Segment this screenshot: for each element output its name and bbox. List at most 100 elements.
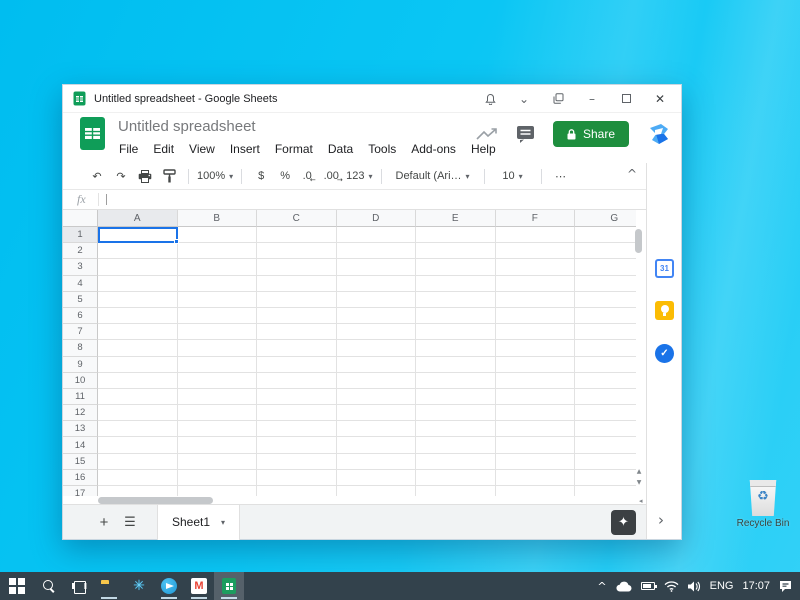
clock[interactable]: 17:07 — [742, 580, 770, 592]
taskbar-search-button[interactable] — [34, 572, 64, 600]
cell-c3[interactable] — [257, 259, 337, 275]
cell-f12[interactable] — [496, 405, 576, 421]
cell-b1[interactable] — [178, 227, 258, 243]
task-view-button[interactable] — [64, 572, 94, 600]
cell-c8[interactable] — [257, 340, 337, 356]
cell-c5[interactable] — [257, 292, 337, 308]
horizontal-scroll-thumb[interactable] — [98, 497, 213, 504]
scroll-up-icon[interactable]: ▲ — [637, 468, 642, 475]
column-header-c[interactable]: C — [257, 210, 337, 227]
cell-b5[interactable] — [178, 292, 258, 308]
cell-g5[interactable] — [575, 292, 636, 308]
cell-b17[interactable] — [178, 486, 258, 496]
format-percent-button[interactable]: % — [274, 165, 296, 187]
cell-a2[interactable] — [98, 243, 178, 259]
vertical-scrollbar[interactable] — [635, 227, 643, 467]
cell-g2[interactable] — [575, 243, 636, 259]
cell-c13[interactable] — [257, 421, 337, 437]
row-header-11[interactable]: 11 — [63, 389, 98, 405]
selected-cell-a1[interactable] — [98, 227, 178, 243]
formula-input[interactable] — [107, 190, 646, 209]
cell-b3[interactable] — [178, 259, 258, 275]
maximize-button[interactable] — [609, 86, 643, 112]
cell-f3[interactable] — [496, 259, 576, 275]
cell-g14[interactable] — [575, 437, 636, 453]
cell-a5[interactable] — [98, 292, 178, 308]
undo-button[interactable]: ↶ — [86, 165, 108, 187]
cell-e1[interactable] — [416, 227, 496, 243]
close-button[interactable]: ✕ — [643, 86, 677, 112]
format-currency-button[interactable]: $ — [250, 165, 272, 187]
row-header-9[interactable]: 9 — [63, 357, 98, 373]
decrease-decimals-button[interactable]: .0 ← — [298, 165, 320, 187]
cell-f4[interactable] — [496, 276, 576, 292]
google-sheets-taskbar-button[interactable] — [214, 572, 244, 600]
cell-f2[interactable] — [496, 243, 576, 259]
cell-b14[interactable] — [178, 437, 258, 453]
font-size-select[interactable]: 10 ▾ — [493, 165, 533, 187]
notification-bell-icon[interactable] — [473, 86, 507, 112]
row-header-3[interactable]: 3 — [63, 259, 98, 275]
cell-f7[interactable] — [496, 324, 576, 340]
row-header-13[interactable]: 13 — [63, 421, 98, 437]
scroll-down-icon[interactable]: ▼ — [637, 479, 642, 486]
cell-b12[interactable] — [178, 405, 258, 421]
cell-f8[interactable] — [496, 340, 576, 356]
menu-item-format[interactable]: Format — [273, 141, 315, 157]
cell-f5[interactable] — [496, 292, 576, 308]
cell-c6[interactable] — [257, 308, 337, 324]
cell-b2[interactable] — [178, 243, 258, 259]
share-button[interactable]: Share — [553, 121, 629, 147]
cell-a12[interactable] — [98, 405, 178, 421]
cell-f9[interactable] — [496, 357, 576, 373]
google-sheets-logo[interactable] — [79, 116, 106, 151]
insights-icon[interactable] — [476, 127, 498, 141]
cell-a3[interactable] — [98, 259, 178, 275]
cell-d5[interactable] — [337, 292, 417, 308]
cell-a13[interactable] — [98, 421, 178, 437]
cell-e15[interactable] — [416, 454, 496, 470]
cell-g11[interactable] — [575, 389, 636, 405]
telegram-button[interactable] — [154, 572, 184, 600]
row-header-2[interactable]: 2 — [63, 243, 98, 259]
cell-b4[interactable] — [178, 276, 258, 292]
cell-g13[interactable] — [575, 421, 636, 437]
start-button[interactable] — [0, 572, 34, 600]
cell-a4[interactable] — [98, 276, 178, 292]
cell-d1[interactable] — [337, 227, 417, 243]
cell-a17[interactable] — [98, 486, 178, 496]
menu-item-file[interactable]: File — [117, 141, 140, 157]
cell-c16[interactable] — [257, 470, 337, 486]
cell-d4[interactable] — [337, 276, 417, 292]
cell-b7[interactable] — [178, 324, 258, 340]
cell-a7[interactable] — [98, 324, 178, 340]
cell-f13[interactable] — [496, 421, 576, 437]
paint-format-button[interactable] — [158, 165, 180, 187]
cell-a6[interactable] — [98, 308, 178, 324]
menu-item-edit[interactable]: Edit — [151, 141, 176, 157]
row-header-4[interactable]: 4 — [63, 276, 98, 292]
cell-e10[interactable] — [416, 373, 496, 389]
menu-item-insert[interactable]: Insert — [228, 141, 262, 157]
cell-g12[interactable] — [575, 405, 636, 421]
row-header-5[interactable]: 5 — [63, 292, 98, 308]
cell-e14[interactable] — [416, 437, 496, 453]
menu-item-tools[interactable]: Tools — [366, 141, 398, 157]
cell-a9[interactable] — [98, 357, 178, 373]
cell-g16[interactable] — [575, 470, 636, 486]
redo-button[interactable]: ↷ — [110, 165, 132, 187]
cell-c17[interactable] — [257, 486, 337, 496]
cell-e9[interactable] — [416, 357, 496, 373]
cell-d12[interactable] — [337, 405, 417, 421]
gmail-button[interactable]: M — [184, 572, 214, 600]
cell-d17[interactable] — [337, 486, 417, 496]
action-center-icon[interactable] — [779, 580, 792, 592]
row-header-6[interactable]: 6 — [63, 308, 98, 324]
menu-item-addons[interactable]: Add-ons — [409, 141, 458, 157]
row-header-7[interactable]: 7 — [63, 324, 98, 340]
menu-item-data[interactable]: Data — [326, 141, 355, 157]
cell-d16[interactable] — [337, 470, 417, 486]
increase-decimals-button[interactable]: .00 → — [322, 165, 344, 187]
cell-e12[interactable] — [416, 405, 496, 421]
cell-a14[interactable] — [98, 437, 178, 453]
